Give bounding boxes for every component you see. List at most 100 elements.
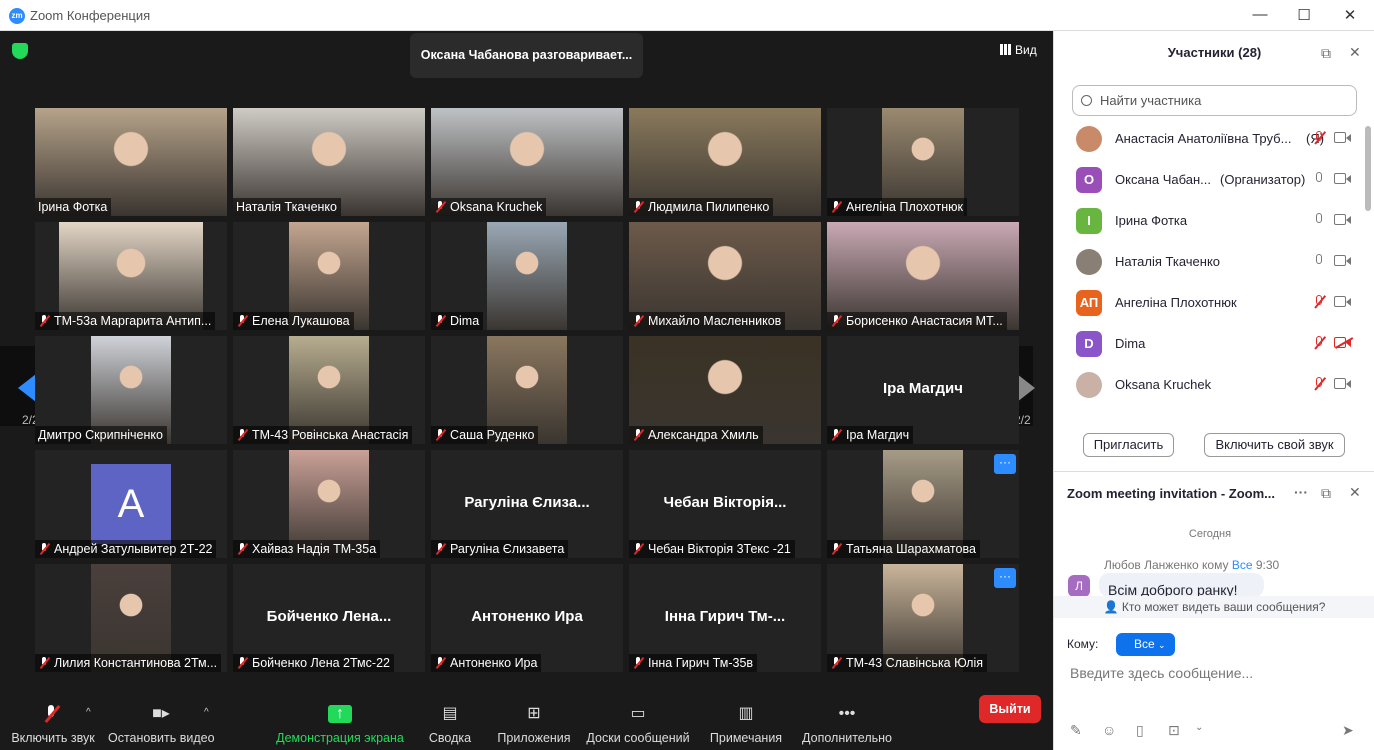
emoji-icon[interactable]: ☺ xyxy=(1102,722,1116,738)
stop-video-button[interactable]: ■▸ Остановить видео xyxy=(108,687,215,750)
video-tile[interactable]: Саша Руденко xyxy=(431,336,623,444)
apps-button[interactable]: ⊞ Приложения xyxy=(496,687,572,750)
file-icon[interactable]: ▯ xyxy=(1136,722,1144,739)
mic-icon[interactable] xyxy=(1312,172,1326,186)
participant-name: Оксана Чабан... xyxy=(1115,172,1211,187)
invite-button[interactable]: Пригласить xyxy=(1083,433,1174,457)
recipient-dropdown[interactable]: Все ⌄ xyxy=(1116,633,1175,656)
notes-icon: ▥ xyxy=(738,705,754,722)
video-tile[interactable]: Oksana Kruchek xyxy=(431,108,623,216)
video-tile[interactable]: Елена Лукашова xyxy=(233,222,425,330)
close-chat-icon[interactable]: ✕ xyxy=(1349,484,1361,501)
tile-name-label: Наталія Ткаченко xyxy=(233,198,341,216)
video-tile[interactable]: Лилия Константинова 2Тм... xyxy=(35,564,227,672)
mic-muted-icon[interactable] xyxy=(1312,131,1326,145)
message-time: 9:30 xyxy=(1255,558,1280,572)
share-screen-button[interactable]: ↑ Демонстрация экрана xyxy=(276,687,404,750)
tile-more-button[interactable]: ··· xyxy=(994,454,1016,474)
send-icon[interactable]: ➤ xyxy=(1342,722,1354,739)
video-tile[interactable]: ··· ТМ-43 Славінська Юлія xyxy=(827,564,1019,672)
video-tile[interactable]: A Андрей Затулывитер 2Т-22 xyxy=(35,450,227,558)
participant-row[interactable]: D Dima xyxy=(1054,323,1366,364)
more-button[interactable]: ••• Дополнительно xyxy=(801,687,893,750)
participant-row[interactable]: І Ірина Фотка xyxy=(1054,200,1366,241)
message-input[interactable]: Введите здесь сообщение... xyxy=(1070,665,1253,681)
tile-name-label: Александра Хмиль xyxy=(629,426,763,444)
view-button[interactable]: Вид xyxy=(1000,43,1037,57)
tile-more-button[interactable]: ··· xyxy=(994,568,1016,588)
ellipsis-icon: ••• xyxy=(838,705,856,722)
chat-more-icon[interactable]: ··· xyxy=(1294,484,1308,500)
message-meta: Любов Ланженко кому Все 9:30 xyxy=(1104,558,1279,572)
mic-muted-icon[interactable] xyxy=(1312,295,1326,309)
video-tile[interactable]: Михайло Масленников xyxy=(629,222,821,330)
participant-row[interactable]: АП Ангеліна Плохотнюк xyxy=(1054,282,1366,323)
who-can-see-link[interactable]: 👤 Кто может видеть ваши сообщения? xyxy=(1054,596,1374,618)
video-tile[interactable]: Інна Гирич Тм-... Інна Гирич Тм-35в xyxy=(629,564,821,672)
video-tile[interactable]: Бойченко Лена... Бойченко Лена 2Тмс-22 xyxy=(233,564,425,672)
recipient-label: Кому: xyxy=(1067,637,1099,651)
camera-icon[interactable] xyxy=(1334,378,1352,389)
video-tile[interactable]: Ірина Фотка xyxy=(35,108,227,216)
video-tile[interactable]: Людмила Пилипенко xyxy=(629,108,821,216)
notes-button[interactable]: ▥ Примечания xyxy=(708,687,784,750)
video-tile[interactable]: ТМ-43 Ровінська Анастасія xyxy=(233,336,425,444)
participant-name: Бойченко Лена 2Тмс-22 xyxy=(252,656,390,670)
message-recipient[interactable]: Все xyxy=(1232,558,1253,572)
video-tile[interactable]: Борисенко Анастасия МТ... xyxy=(827,222,1019,330)
mic-muted-icon[interactable] xyxy=(1312,336,1326,350)
camera-icon[interactable] xyxy=(1334,214,1352,225)
video-tile[interactable]: ТМ-53а Маргарита Антип... xyxy=(35,222,227,330)
video-tile[interactable]: Антоненко Ира Антоненко Ира xyxy=(431,564,623,672)
camera-off-icon[interactable] xyxy=(1334,337,1352,348)
leave-button[interactable]: Выйти xyxy=(979,695,1041,723)
screenshot-options-chevron-icon[interactable]: ⌄ xyxy=(1195,722,1203,733)
camera-icon[interactable] xyxy=(1334,132,1352,143)
whiteboard-icon: ▭ xyxy=(630,705,646,722)
participant-name: ТМ-43 Ровінська Анастасія xyxy=(252,428,409,442)
mic-muted-icon xyxy=(38,657,50,669)
video-tile[interactable]: Дмитро Скрипніченко xyxy=(35,336,227,444)
tile-display-name: Іра Магдич xyxy=(883,380,963,397)
minimize-button[interactable]: — xyxy=(1250,6,1270,23)
mic-icon[interactable] xyxy=(1312,254,1326,268)
video-tile[interactable]: Чебан Вікторія... Чебан Вікторія 3Текс -2… xyxy=(629,450,821,558)
unmute-me-button[interactable]: Включить свой звук xyxy=(1204,433,1345,457)
participant-row[interactable]: Наталія Ткаченко xyxy=(1054,241,1366,282)
mic-muted-icon[interactable] xyxy=(1312,377,1326,391)
video-tile[interactable]: Александра Хмиль xyxy=(629,336,821,444)
side-panel: Участники (28) ⧉ ✕ Найти участника Анаст… xyxy=(1053,31,1374,750)
participant-row[interactable]: Анастасія Анатоліївна Труб... (Я) xyxy=(1054,118,1366,159)
camera-icon[interactable] xyxy=(1334,173,1352,184)
camera-icon[interactable] xyxy=(1334,296,1352,307)
participant-row[interactable]: Oksana Kruchek xyxy=(1054,364,1366,405)
close-participants-icon[interactable]: ✕ xyxy=(1349,44,1361,61)
format-icon[interactable]: ✎ xyxy=(1070,722,1082,739)
mic-muted-icon xyxy=(434,657,446,669)
whiteboards-button[interactable]: ▭ Доски сообщений xyxy=(586,687,690,750)
screenshot-icon[interactable]: ⊡ xyxy=(1168,722,1180,739)
video-tile[interactable]: Іра Магдич Іра Магдич xyxy=(827,336,1019,444)
close-window-button[interactable]: ✕ xyxy=(1340,6,1360,24)
summary-button[interactable]: ▤ Сводка xyxy=(426,687,474,750)
chat-popout-icon[interactable]: ⧉ xyxy=(1321,485,1331,502)
audio-options-chevron-icon[interactable]: ^ xyxy=(86,707,91,718)
participant-search-input[interactable]: Найти участника xyxy=(1072,85,1357,116)
participant-list-scrollbar[interactable] xyxy=(1365,126,1371,211)
video-tile[interactable]: Хайваз Надія ТМ-35а xyxy=(233,450,425,558)
security-shield-icon[interactable] xyxy=(12,43,28,59)
mic-icon[interactable] xyxy=(1312,213,1326,227)
camera-icon[interactable] xyxy=(1334,255,1352,266)
share-screen-icon: ↑ xyxy=(328,705,352,723)
unmute-button[interactable]: Включить звук xyxy=(8,687,98,750)
video-tile[interactable]: Ангеліна Плохотнюк xyxy=(827,108,1019,216)
popout-icon[interactable]: ⧉ xyxy=(1321,45,1331,62)
video-tile[interactable]: Рагуліна Єлиза... Рагуліна Єлизавета xyxy=(431,450,623,558)
maximize-button[interactable]: ☐ xyxy=(1294,6,1314,24)
participant-row[interactable]: О Оксана Чабан... (Организатор) xyxy=(1054,159,1366,200)
mic-muted-icon xyxy=(236,543,248,555)
video-tile[interactable]: ··· Татьяна Шарахматова xyxy=(827,450,1019,558)
video-tile[interactable]: Dima xyxy=(431,222,623,330)
video-options-chevron-icon[interactable]: ^ xyxy=(204,707,209,718)
video-tile[interactable]: Наталія Ткаченко xyxy=(233,108,425,216)
